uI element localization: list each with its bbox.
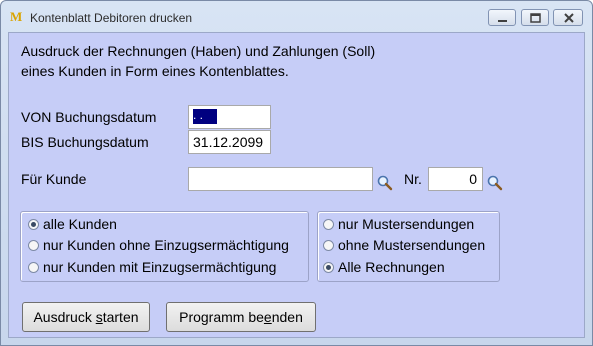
customer-label: Für Kunde xyxy=(21,171,87,187)
radio-label: ohne Mustersendungen xyxy=(338,237,486,253)
minimize-button[interactable] xyxy=(488,9,516,26)
customer-number-field[interactable]: 0 xyxy=(428,167,483,191)
dialog-window: M Kontenblatt Debitoren drucken Ausdruck… xyxy=(0,0,593,346)
radio-button-selected[interactable] xyxy=(323,262,334,273)
maximize-button[interactable] xyxy=(521,9,549,26)
quit-button-hotkey: e xyxy=(263,309,272,325)
customer-field[interactable] xyxy=(188,167,373,191)
close-icon xyxy=(564,13,574,23)
von-date-label: VON Buchungsdatum xyxy=(21,109,157,125)
maximize-icon xyxy=(530,13,541,23)
radio-button[interactable] xyxy=(28,262,39,273)
minimize-icon xyxy=(498,20,507,22)
start-button-hotkey: s xyxy=(95,309,103,325)
app-logo-icon: M xyxy=(10,9,23,24)
description-line-1: Ausdruck der Rechnungen (Haben) und Zahl… xyxy=(21,43,376,59)
radio-label: alle Kunden xyxy=(43,216,117,232)
quit-button-label-prefix: Programm be xyxy=(179,309,264,325)
radio-button[interactable] xyxy=(28,240,39,251)
close-button[interactable] xyxy=(553,9,583,26)
bis-date-field[interactable]: 31.12.2099 xyxy=(188,130,271,154)
radio-label: nur Kunden ohne Einzugsermächtigung xyxy=(43,237,289,253)
customer-filter-group: alle Kunden nur Kunden ohne Einzugsermäc… xyxy=(20,211,309,282)
description-line-2: eines Kunden in Form eines Kontenblattes… xyxy=(21,63,289,79)
start-button-label-prefix: Ausdruck xyxy=(33,309,96,325)
customer-number-value: 0 xyxy=(469,171,477,187)
quit-program-button[interactable]: Programm beenden xyxy=(166,302,316,332)
radio-button[interactable] xyxy=(323,219,334,230)
title-bar[interactable]: M Kontenblatt Debitoren drucken xyxy=(1,1,592,33)
von-date-field[interactable]: . . xyxy=(188,105,271,129)
bis-date-label: BIS Buchungsdatum xyxy=(21,134,149,150)
start-button-label-suffix: tarten xyxy=(102,309,139,325)
von-date-value: . . xyxy=(193,109,217,124)
quit-button-label-suffix: nden xyxy=(271,309,303,325)
invoice-filter-group: nur Mustersendungen ohne Mustersendungen… xyxy=(317,211,500,282)
customer-search-icon[interactable] xyxy=(376,174,394,192)
radio-label: nur Mustersendungen xyxy=(338,216,475,232)
radio-button-selected[interactable] xyxy=(28,219,39,230)
radio-button[interactable] xyxy=(323,240,334,251)
radio-label: nur Kunden mit Einzugsermächtigung xyxy=(43,259,277,275)
dialog-client-area: Ausdruck der Rechnungen (Haben) und Zahl… xyxy=(8,32,585,338)
customer-number-search-icon[interactable] xyxy=(486,174,504,192)
bis-date-value: 31.12.2099 xyxy=(193,134,264,150)
customer-number-label: Nr. xyxy=(404,171,422,187)
start-print-button[interactable]: Ausdruck starten xyxy=(22,302,150,332)
radio-label: Alle Rechnungen xyxy=(338,259,445,275)
window-title: Kontenblatt Debitoren drucken xyxy=(30,11,193,25)
